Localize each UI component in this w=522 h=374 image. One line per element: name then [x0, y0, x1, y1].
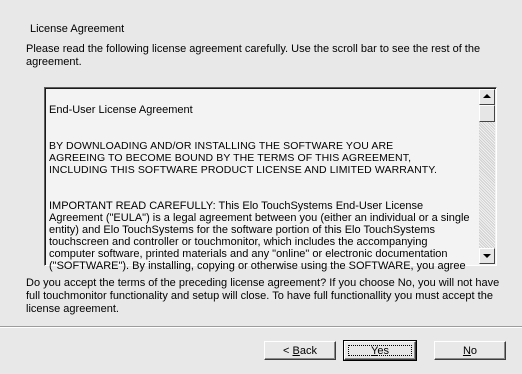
no-mnemonic: N — [462, 345, 471, 357]
scroll-up-button[interactable] — [479, 89, 495, 105]
no-rest: o — [470, 345, 478, 357]
focus-ring — [348, 345, 412, 356]
eula-heading: End-User License Agreement — [49, 104, 193, 116]
eula-content: End-User License Agreement BY DOWNLOADIN… — [49, 92, 477, 296]
back-prefix: < — [283, 345, 293, 357]
back-rest: ack — [299, 345, 317, 357]
eula-text-box[interactable]: End-User License Agreement BY DOWNLOADIN… — [44, 87, 497, 272]
eula-scrollbar[interactable] — [479, 89, 495, 264]
eula-paragraph-2: IMPORTANT READ CAREFULLY: This Elo Touch… — [49, 200, 470, 272]
instructions-text: Please read the following license agreem… — [26, 43, 481, 68]
back-button[interactable]: < Back — [264, 341, 336, 360]
scroll-thumb[interactable] — [479, 105, 495, 122]
eula-paragraph-1: BY DOWNLOADING AND/OR INSTALLING THE SOF… — [49, 140, 438, 176]
back-mnemonic: B — [292, 345, 300, 357]
dialog-title: License Agreement — [30, 23, 125, 35]
yes-button[interactable]: Yes — [343, 340, 417, 361]
arrow-down-icon — [483, 254, 491, 258]
accept-question-text: Do you accept the terms of the preceding… — [26, 277, 500, 315]
separator-line — [0, 326, 522, 328]
scroll-down-button[interactable] — [479, 248, 495, 264]
license-dialog: License Agreement Please read the follow… — [0, 0, 522, 374]
no-button[interactable]: No — [434, 341, 506, 360]
arrow-up-icon — [483, 94, 491, 98]
